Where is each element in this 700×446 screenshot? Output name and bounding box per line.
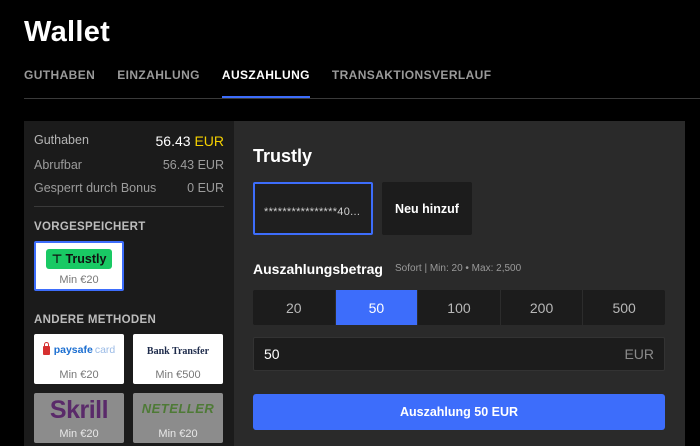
tab-auszahlung[interactable]: AUSZAHLUNG <box>221 67 310 99</box>
preset-200-button[interactable]: 200 <box>501 290 584 325</box>
method-min: Min €20 <box>59 274 99 286</box>
method-title: Trustly <box>253 146 313 166</box>
balance-available-label: Abrufbar <box>34 158 82 172</box>
balance-available-value: 56.43 EUR <box>162 158 224 172</box>
add-new-account-button[interactable]: Neu hinzuf <box>382 182 472 235</box>
trustly-t-icon: ⊤ <box>51 252 63 266</box>
paysafecard-logo: paysafe card <box>42 341 115 356</box>
method-sidebar: Guthaben 56.43 EUR Abrufbar 56.43 EUR Ge… <box>24 121 234 446</box>
preset-100-button[interactable]: 100 <box>418 290 501 325</box>
tab-guthaben[interactable]: GUTHABEN <box>24 67 95 99</box>
balance-total-value: 56.43 EUR <box>155 133 225 149</box>
tab-transaktionsverlauf[interactable]: TRANSAKTIONSVERLAUF <box>332 67 492 99</box>
method-card-neteller[interactable]: NETELLER Min €20 <box>133 393 223 443</box>
currency-label: EUR <box>194 133 224 149</box>
method-card-skrill[interactable]: Skrill Min €20 <box>34 393 124 443</box>
method-min: Min €20 <box>158 428 198 440</box>
amount-unit: EUR <box>624 346 654 362</box>
balance-divider <box>34 206 224 207</box>
neteller-logo: NETELLER <box>141 401 215 416</box>
method-min: Min €20 <box>59 428 99 440</box>
saved-account-selector[interactable]: ****************40... <box>253 182 373 235</box>
page-title: Wallet <box>24 16 111 48</box>
preset-50-button[interactable]: 50 <box>335 290 419 325</box>
bank-transfer-logo: Bank Transfer <box>146 346 210 357</box>
method-card-paysafecard[interactable]: paysafe card Min €20 <box>34 334 124 384</box>
balance-locked-value: 0 EUR <box>187 181 224 195</box>
wallet-tabs: GUTHABEN EINZAHLUNG AUSZAHLUNG TRANSAKTI… <box>24 67 513 99</box>
other-methods-heading: ANDERE METHODEN <box>34 314 157 326</box>
balance-locked-row: Gesperrt durch Bonus 0 EUR <box>34 181 224 195</box>
saved-methods-heading: VORGESPEICHERT <box>34 221 146 233</box>
preset-20-button[interactable]: 20 <box>253 290 336 325</box>
trustly-logo: ⊤ Trustly <box>46 249 112 269</box>
withdraw-form: Trustly ****************40... Neu hinzuf… <box>234 121 685 446</box>
amount-limits-hint: Sofort | Min: 20 • Max: 2,500 <box>395 263 522 274</box>
preset-500-button[interactable]: 500 <box>583 290 665 325</box>
method-min: Min €500 <box>155 369 201 381</box>
method-card-trustly-saved[interactable]: ⊤ Trustly Min €20 <box>34 241 124 291</box>
tabs-divider <box>24 98 700 99</box>
balance-total-label: Guthaben <box>34 133 89 147</box>
balance-total-row: Guthaben 56.43 EUR <box>34 133 224 149</box>
amount-label: Auszahlungsbetrag <box>253 261 383 277</box>
tab-einzahlung[interactable]: EINZAHLUNG <box>117 67 200 99</box>
amount-input[interactable] <box>264 346 564 362</box>
lock-icon <box>42 341 50 355</box>
amount-field: EUR <box>253 337 665 371</box>
withdraw-submit-button[interactable]: Auszahlung 50 EUR <box>253 394 665 430</box>
method-min: Min €20 <box>59 369 99 381</box>
balance-locked-label: Gesperrt durch Bonus <box>34 181 157 195</box>
method-card-bank-transfer[interactable]: Bank Transfer Min €500 <box>133 334 223 384</box>
amount-presets: 20 50 100 200 500 <box>253 290 665 325</box>
skrill-logo: Skrill <box>49 396 109 424</box>
balance-available-row: Abrufbar 56.43 EUR <box>34 158 224 172</box>
